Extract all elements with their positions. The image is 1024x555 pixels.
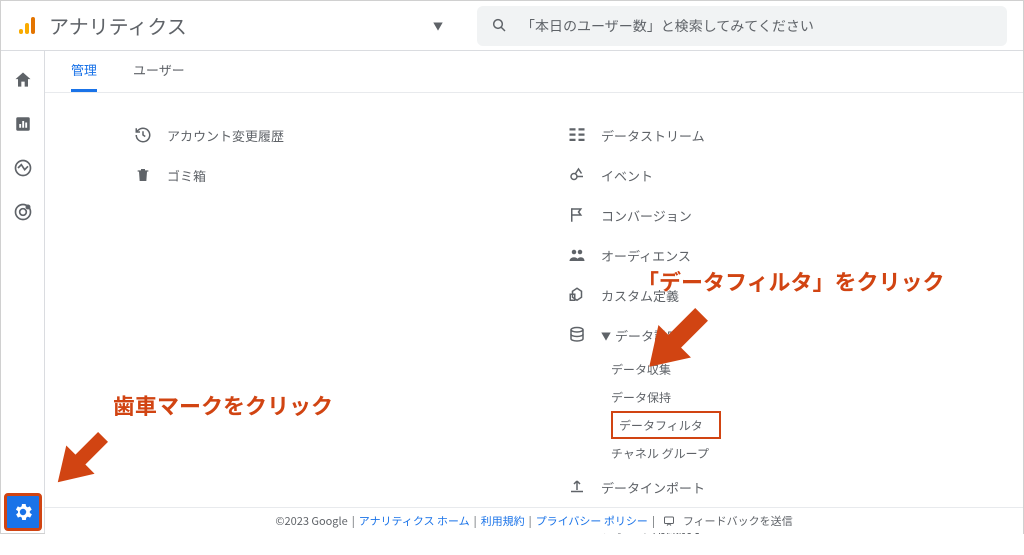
menu-label: データストリーム xyxy=(601,126,705,145)
menu-label: オーディエンス xyxy=(601,246,691,265)
admin-gear-button[interactable] xyxy=(4,493,42,531)
stream-icon xyxy=(567,125,587,145)
custom-def-icon xyxy=(567,285,587,305)
footer: ©2023 Google | アナリティクス ホーム | 利用規約 | プライバ… xyxy=(45,507,1023,533)
chevron-down-icon: ▼ xyxy=(433,18,443,33)
menu-data-stream[interactable]: データストリーム xyxy=(567,115,993,155)
footer-copyright: ©2023 Google xyxy=(275,513,347,529)
menu-account-history[interactable]: アカウント変更履歴 xyxy=(133,115,559,155)
database-icon xyxy=(567,325,587,345)
content-area: 管理 ユーザー アカウント変更履歴 ゴミ箱 xyxy=(45,51,1023,507)
menu-label: カスタム定義 xyxy=(601,286,679,305)
footer-link-terms[interactable]: 利用規約 xyxy=(481,513,525,529)
chevron-down-icon: ▼ xyxy=(601,328,611,343)
trash-icon xyxy=(133,165,153,185)
menu-custom-def[interactable]: カスタム定義 xyxy=(567,275,993,315)
audience-icon xyxy=(567,245,587,265)
menu-label: コンバージョン xyxy=(601,206,692,225)
property-dropdown[interactable]: ▼ xyxy=(187,18,473,33)
menu-audience[interactable]: オーディエンス xyxy=(567,235,993,275)
history-icon xyxy=(133,125,153,145)
advertising-icon[interactable] xyxy=(12,201,34,223)
explore-icon[interactable] xyxy=(12,157,34,179)
home-icon[interactable] xyxy=(12,69,34,91)
menu-label: イベント xyxy=(601,166,653,185)
search-icon xyxy=(491,14,507,38)
reports-icon[interactable] xyxy=(12,113,34,135)
menu-conversion[interactable]: コンバージョン xyxy=(567,195,993,235)
menu-label: データインポート xyxy=(601,478,705,497)
tab-user[interactable]: ユーザー xyxy=(133,60,185,92)
flag-icon xyxy=(567,205,587,225)
event-icon xyxy=(567,165,587,185)
menu-event[interactable]: イベント xyxy=(567,155,993,195)
data-settings-submenu: データ収集 データ保持 データフィルタ チャネル グループ xyxy=(611,355,993,467)
search-placeholder: 「本日のユーザー数」と検索してみてください xyxy=(521,16,814,36)
menu-trash[interactable]: ゴミ箱 xyxy=(133,155,559,195)
side-rail xyxy=(1,51,45,533)
search-input[interactable]: 「本日のユーザー数」と検索してみてください xyxy=(477,6,1007,46)
upload-icon xyxy=(567,477,587,497)
feedback-icon xyxy=(663,515,675,527)
menu-data-settings[interactable]: ▼ データ設定 xyxy=(567,315,993,355)
tab-admin[interactable]: 管理 xyxy=(71,60,97,92)
ga-logo-icon xyxy=(17,16,37,36)
footer-link-privacy[interactable]: プライバシー ポリシー xyxy=(536,513,648,529)
sub-data-retain[interactable]: データ保持 xyxy=(611,383,993,411)
app-title: アナリティクス xyxy=(49,11,187,40)
admin-tabs: 管理 ユーザー xyxy=(45,51,1023,93)
gear-icon xyxy=(12,501,34,523)
property-column: データストリーム イベント コンバージョン オーディエンス xyxy=(559,115,993,547)
sub-data-collect[interactable]: データ収集 xyxy=(611,355,993,383)
menu-label: データ設定 xyxy=(615,326,680,345)
menu-label: アカウント変更履歴 xyxy=(167,126,284,145)
menu-data-import[interactable]: データインポート xyxy=(567,467,993,507)
sub-channel-group[interactable]: チャネル グループ xyxy=(611,439,993,467)
app-header: アナリティクス ▼ 「本日のユーザー数」と検索してみてください xyxy=(1,1,1023,51)
sub-data-filter[interactable]: データフィルタ xyxy=(611,411,721,439)
footer-feedback[interactable]: フィードバックを送信 xyxy=(683,513,793,529)
account-column: アカウント変更履歴 ゴミ箱 xyxy=(75,115,559,547)
admin-panel: アカウント変更履歴 ゴミ箱 データストリーム イベント xyxy=(45,93,1023,555)
footer-link-home[interactable]: アナリティクス ホーム xyxy=(359,513,470,529)
menu-label: ゴミ箱 xyxy=(167,166,206,185)
